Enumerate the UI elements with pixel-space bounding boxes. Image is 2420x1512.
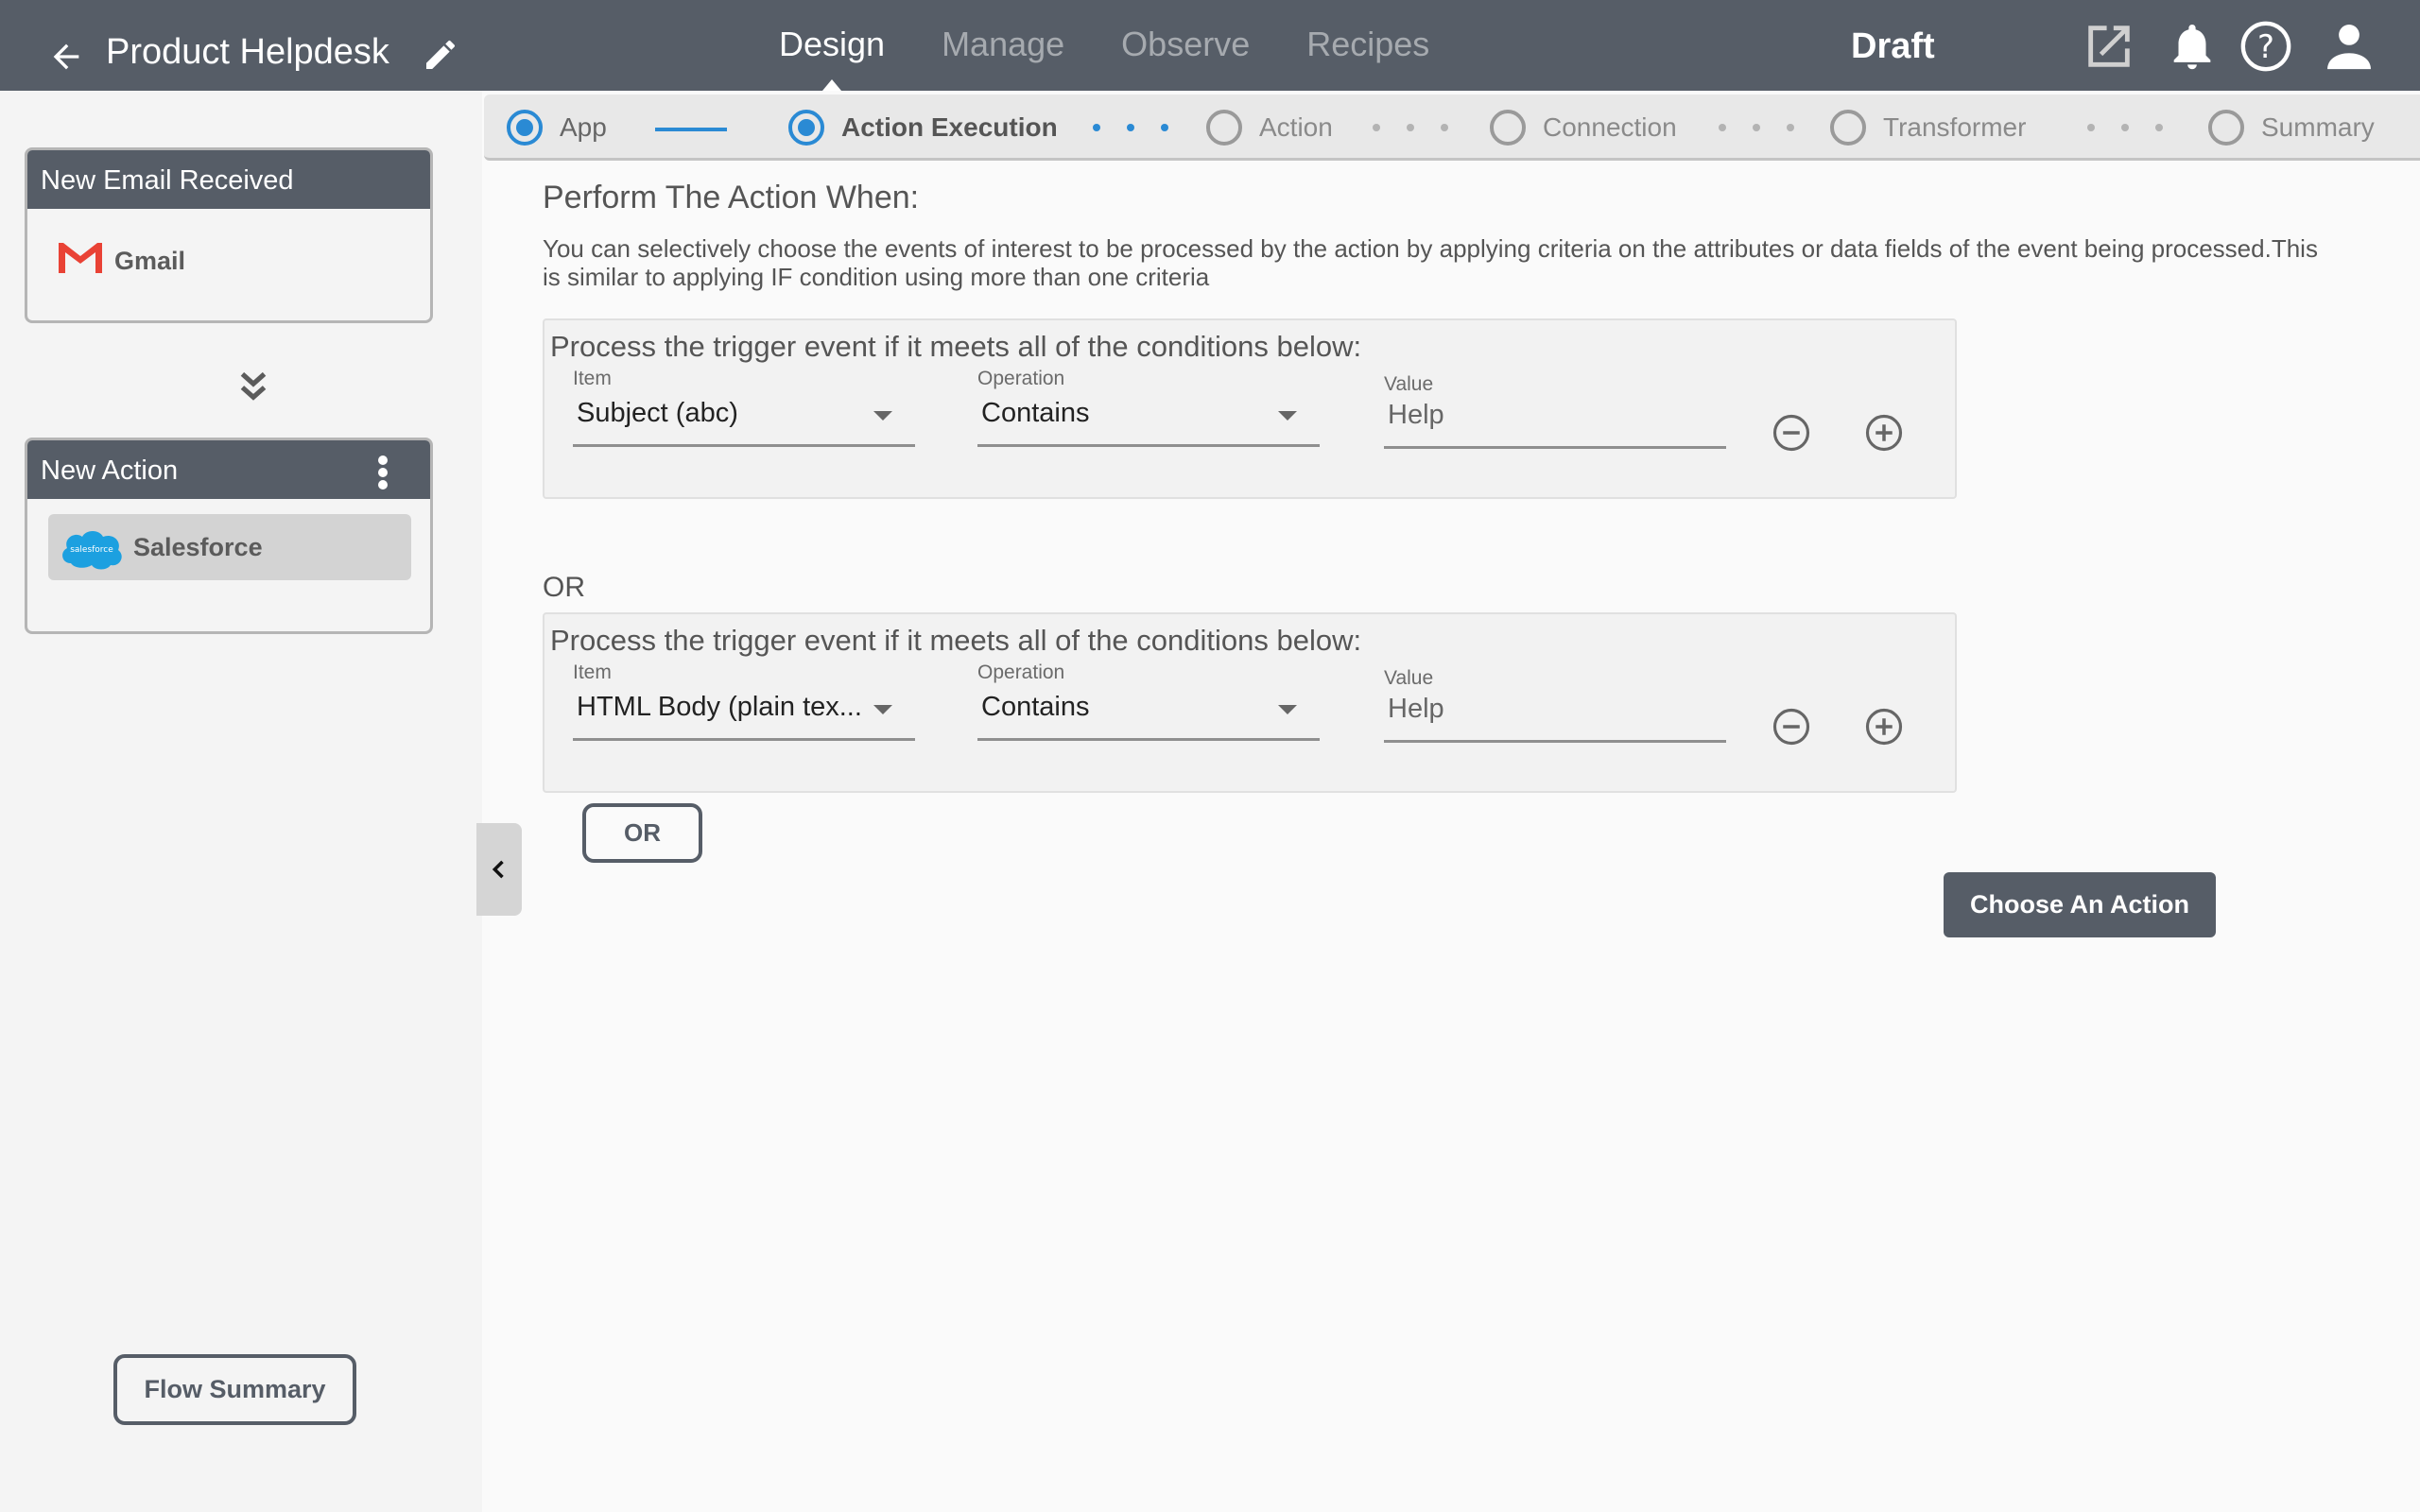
svg-text:?: ? [2257,28,2274,65]
step-radio-icon [507,110,543,146]
item-label: Item [573,368,612,389]
step-radio-icon [1490,110,1526,146]
dropdown-caret-icon [873,705,892,714]
step-radio-icon [1830,110,1866,146]
step-radio-icon [2208,110,2244,146]
dropdown-caret-icon [1278,411,1297,421]
operation-select-value: Contains [981,398,1090,428]
condition-group-title: Process the trigger event if it meets al… [550,624,1362,657]
flow-summary-button[interactable]: Flow Summary [113,1354,356,1425]
gmail-icon [59,243,102,273]
action-card[interactable]: New Action salesforce Salesforce [25,438,433,634]
open-in-new-icon[interactable] [2082,19,2136,74]
step-label: Action Execution [841,112,1058,142]
add-or-group-button[interactable]: OR [582,803,702,863]
help-icon[interactable]: ? [2238,19,2293,74]
step-connector-dots [1093,124,1195,131]
step-connector-dots [2087,124,2189,131]
step-transformer[interactable]: Transformer [1830,110,2026,146]
app-title: Product Helpdesk [106,32,389,72]
operation-select-value: Contains [981,692,1090,722]
action-app-chip[interactable]: salesforce Salesforce [48,514,411,580]
svg-text:salesforce: salesforce [70,545,113,555]
trigger-card-title: New Email Received [27,150,430,209]
nav-manage[interactable]: Manage [942,25,1064,64]
item-select[interactable]: HTML Body (plain tex... [573,688,915,741]
wizard-stepper: App Action Execution Action Connection T… [484,94,2420,161]
status-badge: Draft [1851,26,1935,66]
action-card-title: New Action [41,455,179,486]
add-condition-icon[interactable] [1864,413,1904,453]
trigger-card[interactable]: New Email Received Gmail [25,147,433,323]
nav-recipes[interactable]: Recipes [1306,25,1429,64]
step-label: Transformer [1883,112,2027,142]
step-connector-dots [1719,124,1821,131]
user-icon[interactable] [2322,19,2377,74]
value-label: Value [1384,667,1434,689]
trigger-app-name: Gmail [114,247,186,275]
operation-select[interactable]: Contains [977,688,1320,741]
step-action[interactable]: Action [1206,110,1333,146]
nav-observe[interactable]: Observe [1121,25,1250,64]
step-label: Connection [1543,112,1677,142]
top-header: Product Helpdesk Design Manage Observe R… [0,0,2420,91]
flow-sidebar: New Email Received Gmail New Action sale… [0,91,482,1512]
bell-icon[interactable] [2165,19,2220,74]
step-connector-dots [1373,124,1475,131]
step-radio-icon [788,110,824,146]
salesforce-icon: salesforce [62,531,122,570]
value-label: Value [1384,373,1434,395]
choose-action-button[interactable]: Choose An Action [1944,872,2216,937]
step-app[interactable]: App [507,110,607,146]
value-input-text: Help [1388,400,1444,430]
main-nav: Design Manage Observe Recipes [779,25,1486,91]
remove-condition-icon[interactable] [1772,707,1811,747]
section-description: You can selectively choose the events of… [543,234,2318,291]
step-action-execution[interactable]: Action Execution [788,110,1058,146]
step-label: App [560,112,607,142]
value-input[interactable]: Help [1384,396,1726,449]
section-title: Perform The Action When: [543,180,920,215]
pencil-icon[interactable] [422,36,459,74]
collapse-sidebar-button[interactable] [476,823,522,916]
dropdown-caret-icon [1278,705,1297,714]
item-select-value: HTML Body (plain tex... [577,692,862,722]
nav-design[interactable]: Design [779,25,885,91]
operation-label: Operation [977,368,1065,389]
step-connection[interactable]: Connection [1490,110,1677,146]
operation-select[interactable]: Contains [977,394,1320,447]
chevron-left-icon [492,860,504,879]
action-app-name: Salesforce [133,533,263,561]
item-select[interactable]: Subject (abc) [573,394,915,447]
value-input-text: Help [1388,694,1444,724]
remove-condition-icon[interactable] [1772,413,1811,453]
step-radio-icon [1206,110,1242,146]
dropdown-caret-icon [873,411,892,421]
add-condition-icon[interactable] [1864,707,1904,747]
arrow-left-icon[interactable] [47,38,85,76]
double-chevron-down-icon [240,371,267,401]
operation-label: Operation [977,662,1065,683]
step-summary[interactable]: Summary [2208,110,2375,146]
item-label: Item [573,662,612,683]
condition-group: Process the trigger event if it meets al… [543,318,1957,499]
step-label: Summary [2261,112,2375,142]
item-select-value: Subject (abc) [577,398,738,428]
value-input[interactable]: Help [1384,690,1726,743]
condition-group: Process the trigger event if it meets al… [543,612,1957,793]
kebab-icon[interactable] [377,455,389,490]
or-separator: OR [543,572,585,603]
action-card-title-bar: New Action [27,440,430,499]
step-label: Action [1259,112,1333,142]
condition-group-title: Process the trigger event if it meets al… [550,330,1362,363]
step-connector-line [655,128,727,131]
